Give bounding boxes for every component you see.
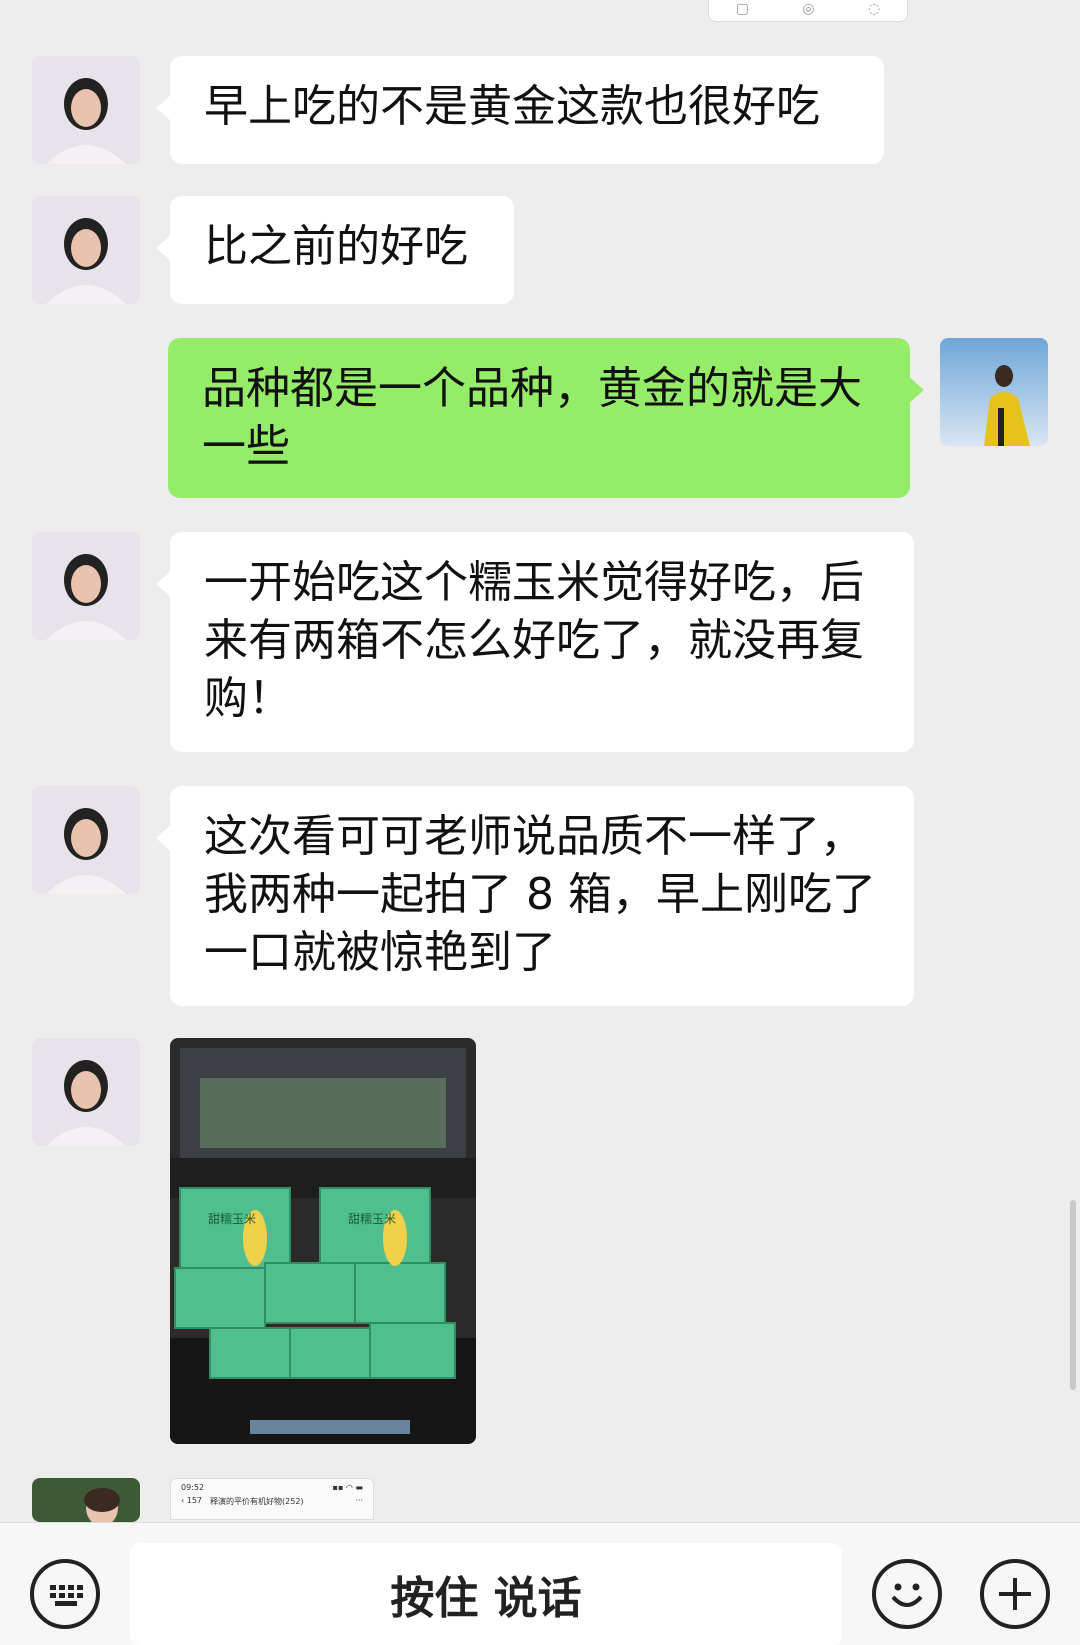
previous-message-remnant: ▢ ◎ ◌ (708, 0, 908, 22)
emoji-icon[interactable] (872, 1559, 942, 1629)
contact-avatar[interactable] (32, 532, 140, 640)
contact-avatar[interactable] (32, 196, 140, 304)
contact-avatar[interactable] (32, 1038, 140, 1146)
chat-bubble[interactable]: 一开始吃这个糯玉米觉得好吃，后 来有两箱不怎么好吃了，就没再复 购！ (156, 532, 914, 752)
contact-avatar[interactable] (32, 786, 140, 894)
preview-more-icon: ··· (355, 1496, 363, 1505)
preview-chat-title: 释演的平价有机好物(252) (210, 1497, 304, 1506)
preview-back: ‹ 157 (181, 1496, 203, 1505)
remnant-icon: ◌ (868, 1, 881, 17)
contact-avatar[interactable] (32, 1478, 140, 1522)
box-label: 甜糯玉米 (208, 1212, 256, 1226)
chat-input-bar: 按住 说话 (0, 1522, 1080, 1645)
preview-time: 09:52 (181, 1483, 205, 1492)
hold-to-talk-button[interactable]: 按住 说话 (130, 1543, 842, 1645)
plus-icon[interactable] (980, 1559, 1050, 1629)
chat-bubble[interactable]: 这次看可可老师说品质不一样了， 我两种一起拍了 8 箱，早上刚吃了 一口就被惊艳… (156, 786, 914, 1006)
chat-bubble[interactable]: 比之前的好吃 (156, 196, 514, 304)
remnant-icon: ▢ (735, 1, 749, 17)
contact-avatar[interactable] (32, 56, 140, 164)
chat-image-car-trunk-corn-boxes[interactable]: 甜糯玉米 甜糯玉米 (170, 1038, 476, 1444)
remnant-icon: ◎ (802, 1, 815, 17)
chat-bubble-self[interactable]: 品种都是一个品种，黄金的就是大 一些 (168, 338, 924, 498)
keyboard-icon[interactable] (30, 1559, 100, 1629)
box-label: 甜糯玉米 (348, 1212, 396, 1226)
scrollbar[interactable] (1070, 1200, 1076, 1390)
self-avatar[interactable] (940, 338, 1048, 446)
preview-status-icons: ▪▪ ◠ ▬ (332, 1483, 363, 1492)
chat-bubble[interactable]: 早上吃的不是黄金这款也很好吃 (156, 56, 884, 164)
screenshot-preview[interactable]: 09:52 ▪▪ ◠ ▬ ‹ 157 释演的平价有机好物(252) ··· (170, 1478, 374, 1520)
